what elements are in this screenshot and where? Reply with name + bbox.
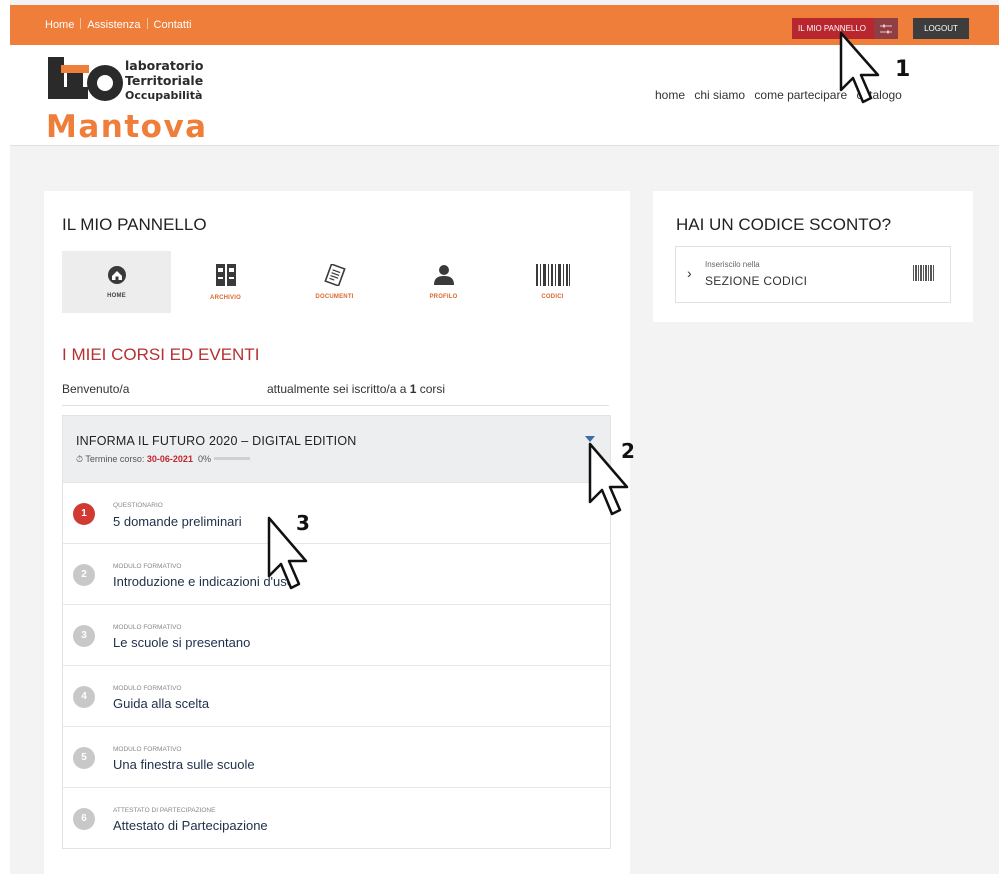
list-item[interactable]: 2 MODULO FORMATIVO Introduzione e indica… [63,543,610,604]
item-type: MODULO FORMATIVO [113,563,182,570]
panel-tiles: HOME ARCHIVIO DOCUMENTI PROFILO CODICI [62,251,609,313]
item-type: MODULO FORMATIVO [113,746,182,753]
list-item[interactable]: 6 ATTESTATO DI PARTECIPAZIONE Attestato … [63,787,610,848]
list-item[interactable]: 3 MODULO FORMATIVO Le scuole si presenta… [63,604,610,665]
course-title: INFORMA IL FUTURO 2020 – DIGITAL EDITION [76,434,357,448]
step-number: 1 [73,503,95,525]
welcome-text: Benvenuto/a [62,382,130,396]
item-type: MODULO FORMATIVO [113,685,182,692]
divider [62,405,609,406]
home-icon [107,266,126,284]
nav-home[interactable]: home [655,88,685,102]
logo-line-4: Mantova [46,109,208,139]
tile-documenti[interactable]: DOCUMENTI [280,251,389,313]
tile-archivio[interactable]: ARCHIVIO [171,251,280,313]
tile-codici[interactable]: CODICI [498,251,607,313]
deadline-date: 30-06-2021 [146,454,193,464]
page-background: Home Assistenza Contatti IL MIO PANNELLO L… [10,0,999,874]
panel-title: IL MIO PANNELLO [62,215,207,234]
panel-card: IL MIO PANNELLO HOME ARCHIVIO DOCUMENTI … [44,191,630,874]
tile-label: PROFILO [429,294,458,300]
annotation-number: 3 [296,511,310,535]
item-title: Attestato di Partecipazione [113,818,268,833]
top-nav: Home Assistenza Contatti [45,18,191,31]
list-item[interactable]: 1 QUESTIONARIO 5 domande preliminari [63,482,610,543]
annotation-number: 1 [895,57,910,82]
tile-label: HOME [107,293,126,299]
annotation-number: 2 [621,439,635,463]
stopwatch-icon: ⏱ [76,454,84,464]
progress-text: 0% [197,454,211,464]
nav-come-partecipare[interactable]: come partecipare [754,88,847,102]
nav-chi-siamo[interactable]: chi siamo [694,88,745,102]
item-title: Una finestra sulle scuole [113,757,255,772]
step-number: 5 [73,747,95,769]
discount-card: HAI UN CODICE SCONTO? › Inseriscilo nell… [653,191,973,322]
course-card: INFORMA IL FUTURO 2020 – DIGITAL EDITION… [62,415,611,849]
codes-hint: Inseriscilo nella [705,260,760,269]
enrolled-text: attualmente sei iscritto/a a 1 corsi [267,382,445,396]
top-link-assistenza[interactable]: Assistenza [87,19,140,31]
item-title: Le scuole si presentano [113,635,251,650]
events-title: I MIEI CORSI ED EVENTI [62,345,260,364]
separator [80,18,82,29]
documents-icon [323,264,346,286]
step-number: 6 [73,808,95,830]
enrolled-prefix: attualmente sei iscritto/a a [267,382,410,396]
tile-home[interactable]: HOME [62,251,171,313]
logo-line-2: Territoriale [125,73,203,88]
barcode-icon [913,265,934,281]
tile-label: ARCHIVIO [210,295,241,301]
archive-icon [215,264,236,286]
site-logo[interactable]: laboratorio Territoriale Occupabilità Ma… [45,53,235,145]
tile-label: CODICI [541,294,564,300]
item-type: MODULO FORMATIVO [113,624,182,631]
chevron-right-icon: › [687,265,692,281]
barcode-icon [535,264,570,286]
welcome-line: Benvenuto/a attualmente sei iscritto/a a… [62,382,609,396]
step-number: 4 [73,686,95,708]
separator [146,18,148,29]
course-meta: ⏱ Termine corso: 30-06-2021 0% [76,454,250,465]
discount-title: HAI UN CODICE SCONTO? [676,215,892,234]
enrolled-suffix: corsi [416,382,446,396]
item-type: QUESTIONARIO [113,502,163,509]
step-number: 3 [73,625,95,647]
course-header[interactable]: INFORMA IL FUTURO 2020 – DIGITAL EDITION… [63,416,610,482]
list-item[interactable]: 5 MODULO FORMATIVO Una finestra sulle sc… [63,726,610,787]
progress-bar [213,457,250,460]
top-link-home[interactable]: Home [45,19,74,31]
logout-button[interactable]: LOGOUT [913,18,969,39]
tile-label: DOCUMENTI [315,294,354,300]
logo-line-1: laboratorio [125,58,204,73]
top-link-contatti[interactable]: Contatti [154,19,192,31]
list-item[interactable]: 4 MODULO FORMATIVO Guida alla scelta [63,665,610,726]
cursor-annotation-3: 3 [267,511,310,590]
item-title: Guida alla scelta [113,696,210,711]
deadline-label: Termine corso: [85,454,147,464]
cursor-annotation-2: 2 [588,439,635,516]
codes-section-link[interactable]: › Inseriscilo nella SEZIONE CODICI [675,246,951,303]
cursor-annotation-1: 1 [839,31,910,104]
profile-icon [433,265,454,285]
item-title: 5 domande preliminari [113,514,242,529]
item-type: ATTESTATO DI PARTECIPAZIONE [113,807,216,814]
step-number: 2 [73,564,95,586]
logo-line-3: Occupabilità [125,89,202,102]
codes-label: SEZIONE CODICI [705,274,808,288]
tile-profilo[interactable]: PROFILO [389,251,498,313]
